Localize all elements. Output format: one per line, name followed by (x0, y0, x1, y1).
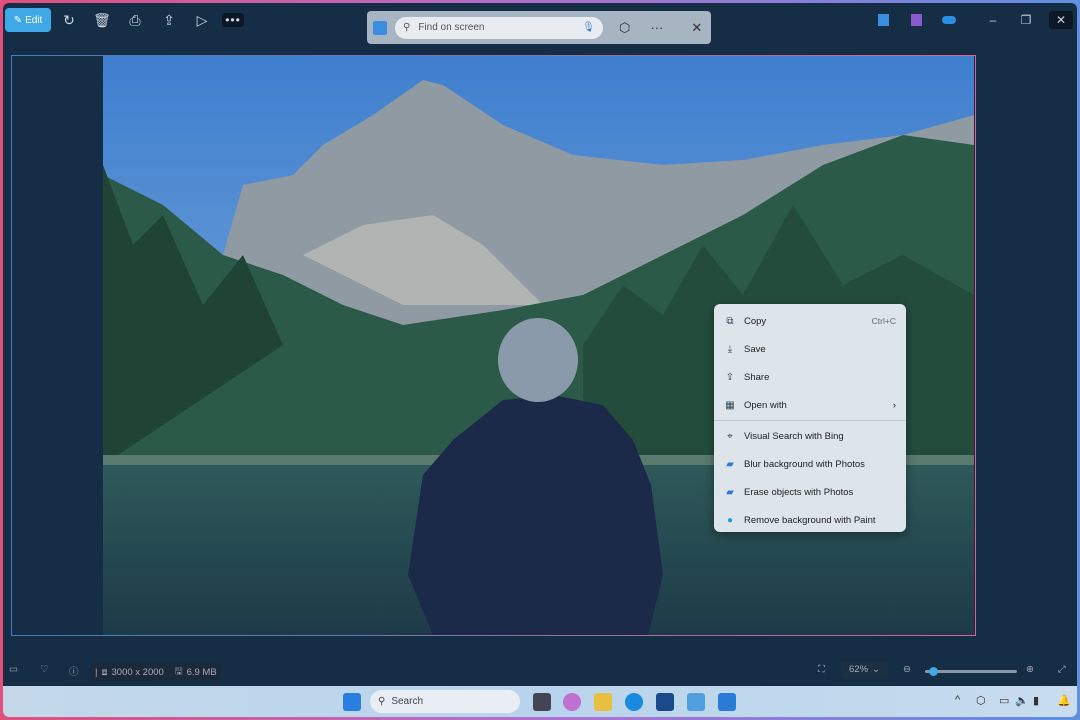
copilot-icon[interactable] (563, 693, 581, 711)
slideshow-icon[interactable]: ▷ (190, 8, 214, 32)
photos-taskbar-icon[interactable] (718, 693, 736, 711)
photos-app-icon[interactable] (877, 14, 889, 26)
minimize-button[interactable]: – (981, 11, 1005, 29)
zoom-slider-thumb[interactable] (929, 667, 939, 676)
menu-item-blur-background[interactable]: ▰ Blur background with Photos (714, 450, 906, 478)
context-menu: ⧉ Copy Ctrl+C ⤓ Save ⇪ Share ▦ Open with › ⌖ Vi… (714, 304, 906, 532)
copy-icon: ⧉ (726, 315, 734, 327)
app-icon (373, 20, 387, 35)
find-close-button[interactable]: ✕ (691, 20, 702, 36)
filmstrip-icon[interactable]: ▭ (9, 664, 18, 675)
find-input[interactable]: ⚲ Find on screen 🎙 (395, 16, 603, 39)
paint-icon: ● (726, 514, 734, 526)
chevron-right-icon: › (892, 399, 896, 411)
edit-icon: ✎ (13, 14, 23, 26)
search-icon: ⚲ (378, 696, 386, 707)
copilot-tray-icon[interactable]: ⬡ (976, 694, 986, 707)
notification-icon[interactable]: 🔔 (1057, 694, 1071, 707)
clipchamp-icon[interactable] (910, 14, 922, 26)
taskbar: ⚲ Search ^ ⬡ ▭ 🔈 ▮ 🔔 (3, 686, 1077, 717)
menu-item-share[interactable]: ⇪ Share (714, 363, 906, 391)
photos-icon: ▰ (726, 486, 734, 498)
chevron-up-icon[interactable]: ^ (955, 694, 960, 706)
zoom-slider[interactable] (925, 667, 1017, 676)
zoom-out-icon[interactable]: ⊖ (903, 664, 911, 675)
visual-search-icon: ⌖ (727, 430, 733, 442)
file-explorer-icon[interactable] (594, 693, 612, 711)
edit-button[interactable]: ✎ Edit (5, 8, 51, 32)
search-icon: ⚲ (403, 22, 411, 33)
battery-icon[interactable]: ▮ (1033, 694, 1039, 707)
open-with-icon: ▦ (725, 399, 735, 411)
menu-separator (714, 420, 906, 421)
menu-item-save[interactable]: ⤓ Save (714, 335, 906, 363)
settings-hex-icon[interactable]: ⬡ (619, 20, 630, 36)
close-button[interactable]: ✕ (1049, 11, 1073, 29)
start-icon[interactable] (343, 693, 361, 711)
menu-item-visual-search[interactable]: ⌖ Visual Search with Bing (714, 422, 906, 450)
task-view-icon[interactable] (533, 693, 551, 711)
favorite-icon[interactable]: ♡ (40, 664, 49, 675)
fullscreen-icon[interactable]: ⤢ (1058, 664, 1066, 675)
more-button[interactable]: ••• (222, 13, 244, 27)
chevron-down-icon: ⌄ (872, 664, 880, 675)
find-on-screen-bar: ⚲ Find on screen 🎙 ⬡ ··· ✕ (367, 11, 711, 44)
menu-item-erase-objects[interactable]: ▰ Erase objects with Photos (714, 478, 906, 506)
mic-icon[interactable]: 🎙 (582, 22, 595, 33)
dimensions-icon: ⧈ (101, 666, 108, 678)
network-icon[interactable]: ▭ (999, 694, 1009, 707)
status-bar: ▭ ♡ ⓘ | ⧈ 3000 x 2000 🖫 6.9 MB ⛶ 62% ⌄ ⊖ ⊕… (3, 658, 1077, 684)
paint-app-icon[interactable] (687, 693, 705, 711)
fit-to-window-icon[interactable]: ⛶ (818, 664, 825, 675)
print-icon[interactable]: ⎙ (123, 8, 147, 32)
menu-item-open-with[interactable]: ▦ Open with › (714, 391, 906, 419)
find-more-button[interactable]: ··· (650, 20, 663, 35)
photos-window: ✎ Edit ↻ 🗑 ⎙ ⇪ ▷ ••• ⚲ Find on screen 🎙 ⬡ ·… (3, 3, 1077, 717)
edge-icon[interactable] (625, 693, 643, 711)
share-icon: ⇪ (725, 371, 735, 383)
share-icon[interactable]: ⇪ (157, 8, 181, 32)
info-icon[interactable]: ⓘ (69, 664, 79, 678)
restore-button[interactable]: ❐ (1014, 11, 1038, 29)
menu-item-copy[interactable]: ⧉ Copy Ctrl+C (714, 307, 906, 335)
menu-item-remove-background[interactable]: ● Remove background with Paint (714, 506, 906, 534)
onedrive-icon[interactable] (942, 16, 956, 24)
rotate-icon[interactable]: ↻ (57, 8, 81, 32)
volume-icon[interactable]: 🔈 (1015, 694, 1029, 707)
taskbar-search[interactable]: ⚲ Search (370, 690, 520, 713)
save-icon: ⤓ (727, 343, 733, 355)
store-icon[interactable] (656, 693, 674, 711)
zoom-in-icon[interactable]: ⊕ (1026, 664, 1034, 675)
file-size-icon: 🖫 (174, 666, 183, 677)
photos-icon: ▰ (726, 458, 734, 470)
delete-icon[interactable]: 🗑 (90, 8, 114, 32)
zoom-dropdown[interactable]: 62% ⌄ (841, 661, 888, 678)
